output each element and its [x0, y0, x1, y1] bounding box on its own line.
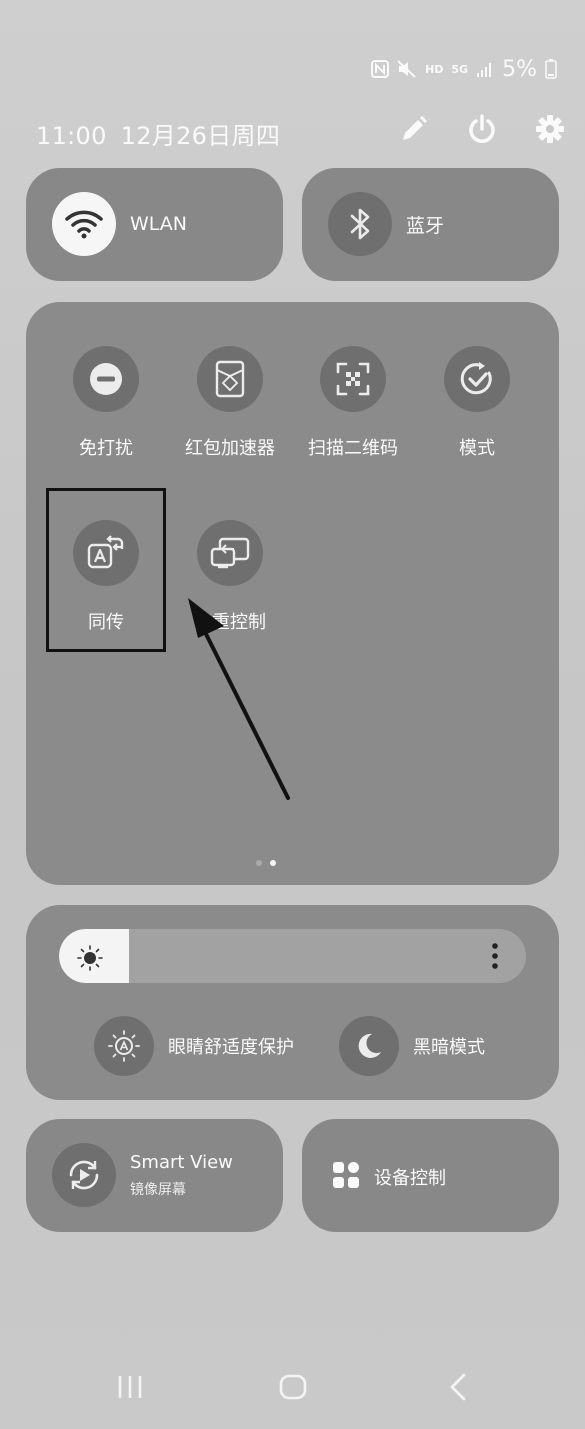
home-icon[interactable]: [279, 1372, 307, 1406]
navigation-bar: [0, 1372, 585, 1412]
smart-view-tile[interactable]: Smart View 镜像屏幕: [26, 1119, 283, 1232]
dark-mode-toggle[interactable]: 黑暗模式: [339, 1016, 485, 1076]
edit-pencil-icon[interactable]: [397, 112, 431, 146]
wlan-tile[interactable]: WLAN: [26, 168, 283, 281]
clock-date: 11:00 12月26日周四: [36, 116, 280, 151]
wifi-icon[interactable]: [52, 192, 116, 256]
annotation-arrow-icon: [180, 590, 295, 809]
qs-scan-qr[interactable]: 扫描二维码: [298, 346, 408, 460]
nfc-icon: [371, 60, 390, 78]
recent-apps-icon[interactable]: [116, 1372, 144, 1406]
battery-percent: 5%: [502, 56, 537, 82]
date-text: 12月26日周四: [120, 122, 281, 150]
qs-mode-label: 模式: [459, 438, 495, 459]
wlan-label: WLAN: [130, 213, 188, 235]
eye-comfort-icon[interactable]: [94, 1016, 154, 1076]
sun-icon: [76, 944, 104, 976]
qs-mode[interactable]: 模式: [422, 346, 532, 460]
hd-indicator: HD: [425, 62, 444, 76]
multi-device-icon[interactable]: [197, 520, 263, 586]
brightness-slider[interactable]: [59, 929, 526, 983]
bluetooth-icon[interactable]: [328, 192, 392, 256]
device-control-label: 设备控制: [374, 1168, 446, 1189]
bluetooth-tile[interactable]: 蓝牙: [302, 168, 559, 281]
gear-icon[interactable]: [533, 112, 567, 146]
highlight-box: [46, 488, 166, 652]
qs-red-packet-label: 红包加速器: [185, 438, 275, 459]
qr-scan-icon[interactable]: [320, 346, 386, 412]
qs-red-packet[interactable]: 红包加速器: [175, 346, 285, 460]
battery-icon: [545, 59, 557, 79]
network-type: 5G: [451, 62, 469, 76]
back-icon[interactable]: [446, 1372, 470, 1406]
status-bar: HD 5G 5%: [371, 54, 557, 84]
page-dot-current: [270, 860, 276, 866]
dark-mode-label: 黑暗模式: [413, 1037, 485, 1058]
eye-comfort-label: 眼睛舒适度保护: [168, 1037, 294, 1058]
smart-view-title: Smart View: [130, 1151, 233, 1173]
page-indicator: [256, 860, 276, 866]
eye-comfort-toggle[interactable]: 眼睛舒适度保护: [94, 1016, 294, 1076]
device-control-tile[interactable]: 设备控制: [302, 1119, 559, 1232]
mute-icon: [397, 60, 417, 78]
header-actions: [397, 112, 567, 146]
qs-dnd-label: 免打扰: [79, 438, 133, 459]
signal-icon: [476, 61, 494, 77]
page-dot: [256, 860, 262, 866]
clock-time: 11:00: [36, 122, 107, 150]
bluetooth-label: 蓝牙: [406, 214, 445, 237]
qs-dnd[interactable]: 免打扰: [51, 346, 161, 460]
qs-scan-qr-label: 扫描二维码: [308, 438, 398, 459]
minus-circle-icon[interactable]: [73, 346, 139, 412]
power-icon[interactable]: [465, 112, 499, 146]
grid-apps-icon: [332, 1161, 360, 1193]
more-vertical-icon[interactable]: [486, 940, 504, 978]
smart-view-subtitle: 镜像屏幕: [130, 1181, 186, 1198]
moon-icon[interactable]: [339, 1016, 399, 1076]
smart-view-icon[interactable]: [52, 1143, 116, 1207]
mode-check-icon[interactable]: [444, 346, 510, 412]
red-packet-icon[interactable]: [197, 346, 263, 412]
